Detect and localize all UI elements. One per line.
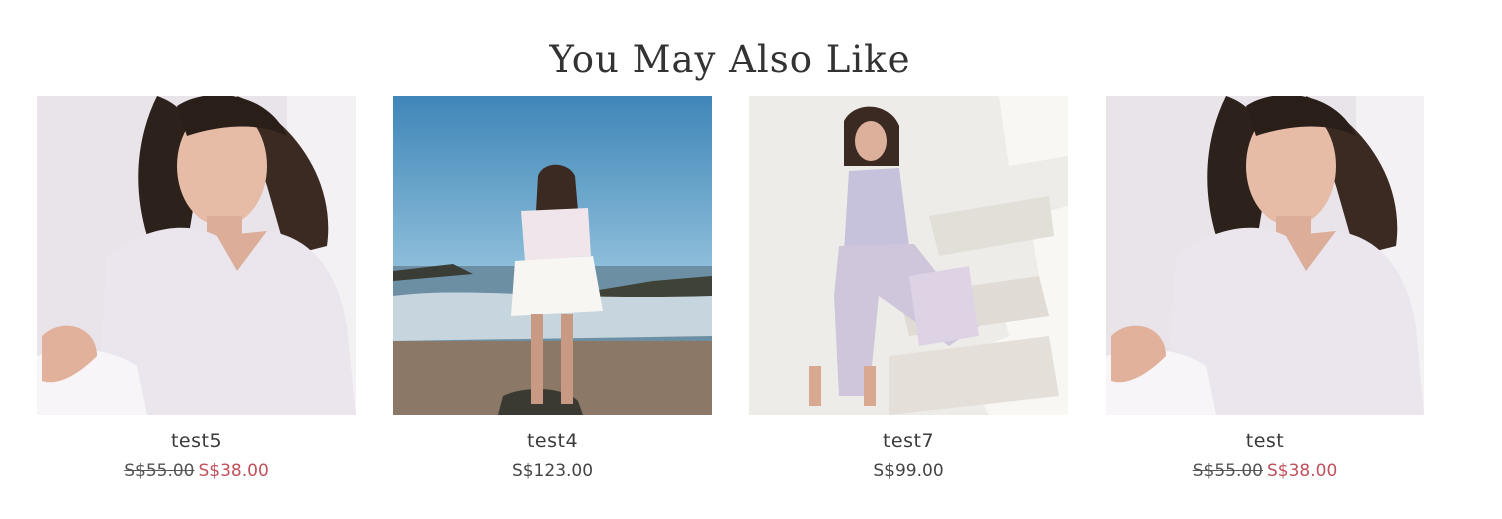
- product-image-link[interactable]: [37, 96, 356, 415]
- product-title[interactable]: test: [1106, 429, 1424, 453]
- product-image: [37, 96, 356, 415]
- product-title[interactable]: test4: [393, 429, 712, 453]
- product-image-link[interactable]: [749, 96, 1068, 415]
- product-image-link[interactable]: [393, 96, 712, 415]
- product-image: [1106, 96, 1424, 415]
- product-title[interactable]: test7: [749, 429, 1068, 453]
- product-image: [393, 96, 712, 415]
- product-card[interactable]: test5 S$55.00 S$38.00: [37, 96, 356, 482]
- product-image: [749, 96, 1068, 415]
- product-price: S$123.00: [393, 460, 712, 482]
- product-price: S$99.00: [749, 460, 1068, 482]
- regular-price: S$123.00: [511, 461, 594, 481]
- product-card[interactable]: test S$55.00 S$38.00: [1106, 96, 1424, 482]
- compare-at-price: S$55.00: [124, 461, 195, 481]
- product-card[interactable]: test4 S$123.00: [393, 96, 712, 482]
- product-image-link[interactable]: [1106, 96, 1424, 415]
- regular-price: S$99.00: [873, 461, 944, 481]
- product-card[interactable]: test7 S$99.00: [749, 96, 1068, 482]
- compare-at-price: S$55.00: [1192, 461, 1263, 481]
- product-price: S$55.00 S$38.00: [1106, 460, 1424, 482]
- product-title[interactable]: test5: [37, 429, 356, 453]
- section-heading: You May Also Like: [549, 38, 911, 81]
- product-price: S$55.00 S$38.00: [37, 460, 356, 482]
- sale-price: S$38.00: [198, 461, 269, 481]
- sale-price: S$38.00: [1267, 461, 1338, 481]
